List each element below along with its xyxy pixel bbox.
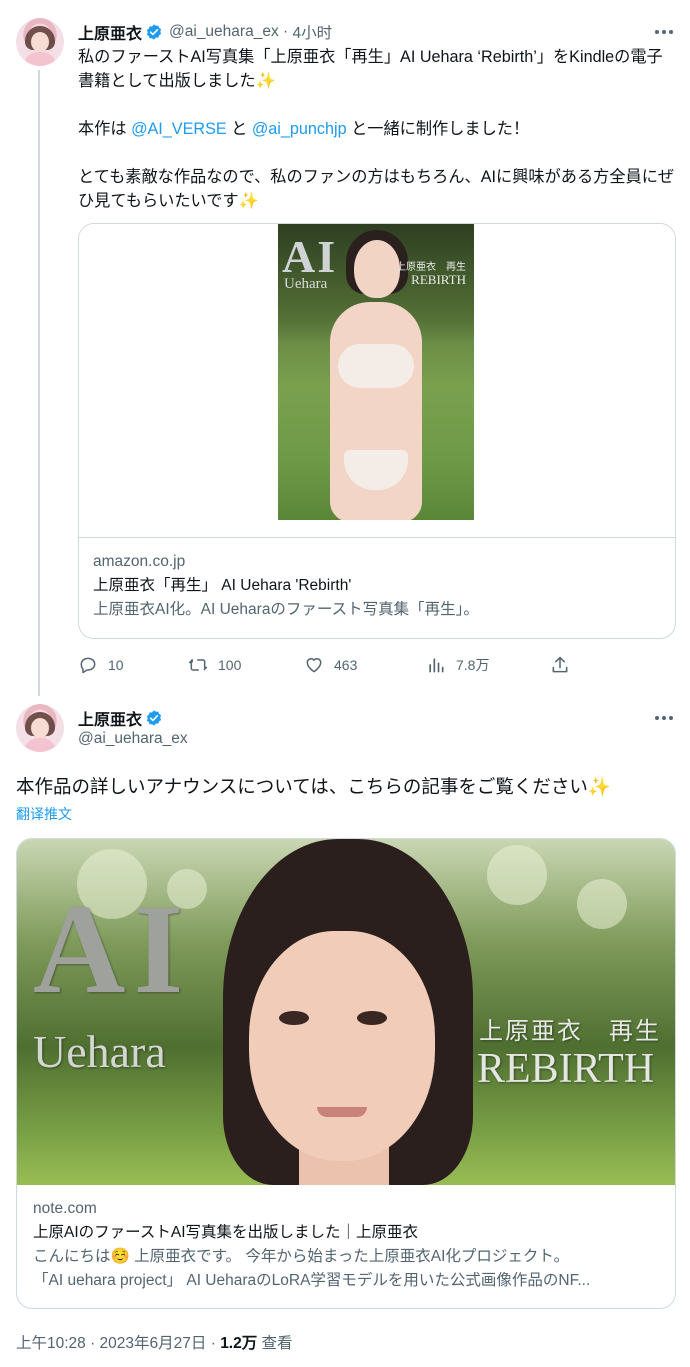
user-handle[interactable]: @ai_uehara_ex [78,730,188,748]
card-domain: amazon.co.jp [93,553,186,570]
tweet-header: 上原亜衣 [78,706,163,730]
text-fragment: 本作は [78,120,132,138]
card-title: 上原亜衣「再生」 AI Uehara 'Rebirth' [93,577,352,594]
card-description-line-2: 「AI uehara project」 AI UeharaのLoRA学習モデルを… [33,1272,591,1289]
book-cover-image[interactable]: AI Uehara 上原亜衣 再生 REBIRTH [278,224,474,520]
retweet-button[interactable]: 100 [188,655,241,675]
tweet-time[interactable]: 4小时 [292,21,332,43]
display-name[interactable]: 上原亜衣 [78,706,142,730]
image-subtitle: Uehara [33,1026,166,1077]
card-title: 上原AIのファーストAI写真集を出版しました｜上原亜衣 [33,1224,419,1241]
avatar[interactable] [16,704,64,752]
mention-link-ai-verse[interactable]: @AI_VERSE [131,120,227,138]
tweet-paragraph-1: 私のファーストAI写真集「上原亜衣「再生」AI Uehara ‘Rebirth’… [78,48,663,90]
text-fragment: と一緒に制作しました！ [346,120,530,138]
cover-japanese-title: 上原亜衣 再生 [396,262,466,273]
verified-badge-icon[interactable] [145,23,163,41]
thread-connector-line [38,70,40,696]
reply-button[interactable]: 10 [78,655,124,675]
card-info: amazon.co.jp 上原亜衣「再生」 AI Uehara 'Rebirth… [93,550,479,622]
card-description-line-1: こんにちは☺️ 上原亜衣です。 今年から始まった上原亜衣AI化プロジェクト。 [33,1248,570,1265]
reply-icon [80,657,96,674]
link-card-note[interactable]: AI Uehara 上原亜衣 再生 REBIRTH note.com 上原AIの… [16,838,676,1309]
tweet-text: 私のファーストAI写真集「上原亜衣「再生」AI Uehara ‘Rebirth’… [78,45,678,237]
image-japanese-title: 上原亜衣 再生 [479,1018,661,1045]
analytics-icon [429,658,444,673]
more-options-icon[interactable] [652,708,676,728]
user-handle[interactable]: @ai_uehara_ex [169,23,279,41]
views-button[interactable]: 7.8万 [426,655,489,675]
card-media[interactable]: AI Uehara 上原亜衣 再生 REBIRTH [17,839,675,1185]
reply-count: 10 [108,657,124,673]
tweet-timestamp[interactable]: 上午10:28 · 2023年6月27日 · [16,1335,220,1352]
display-name[interactable]: 上原亜衣 [78,20,142,44]
tweet-metadata: 上午10:28 · 2023年6月27日 · 1.2万 查看 [16,1331,293,1353]
mention-link-ai-punchjp[interactable]: @ai_punchjp [252,120,347,138]
share-icon [552,656,568,673]
cover-rebirth-text: REBIRTH [411,272,466,287]
card-description: 上原亜衣AI化。AI Ueharaのファースト写真集「再生」。 [93,601,479,618]
image-title: AI [33,878,192,1020]
card-info: note.com 上原AIのファーストAI写真集を出版しました｜上原亜衣 こんに… [33,1197,590,1293]
like-button[interactable]: 463 [304,655,357,675]
text-fragment: と [226,120,252,138]
more-options-icon[interactable] [652,22,676,42]
retweet-icon [188,659,208,671]
views-count: 1.2万 [220,1335,258,1352]
tweet-text: 本作品の詳しいアナウンスについては、こちらの記事をご覧ください✨ [16,776,611,797]
card-domain: note.com [33,1200,97,1217]
views-label: 查看 [257,1335,293,1352]
share-button[interactable] [550,655,570,675]
retweet-count: 100 [218,657,242,673]
tweet-header: 上原亜衣 @ai_uehara_ex · 4小时 [78,20,332,44]
verified-badge-icon[interactable] [145,709,163,727]
separator-dot: · [278,23,293,40]
link-card-amazon[interactable]: AI Uehara 上原亜衣 再生 REBIRTH amazon.co.jp 上… [78,223,676,639]
translate-tweet-link[interactable]: 翻译推文 [16,804,72,824]
tweet-actions: 10 100 463 7.8万 [78,655,578,677]
card-media[interactable]: AI Uehara 上原亜衣 再生 REBIRTH [79,224,675,538]
tweet-paragraph-2: 本作は @AI_VERSE と @ai_punchjp と一緒に制作しました！ [78,117,678,141]
like-count: 463 [334,657,358,673]
avatar[interactable] [16,18,64,66]
image-rebirth-text: REBIRTH [477,1046,655,1092]
cover-subtitle: Uehara [284,276,328,292]
views-count: 7.8万 [456,657,490,673]
heart-icon [306,658,322,673]
tweet-paragraph-3: とても素敵な作品なので、私のファンの方はもちろん、AIに興味がある方全員にぜひ見… [78,168,675,210]
